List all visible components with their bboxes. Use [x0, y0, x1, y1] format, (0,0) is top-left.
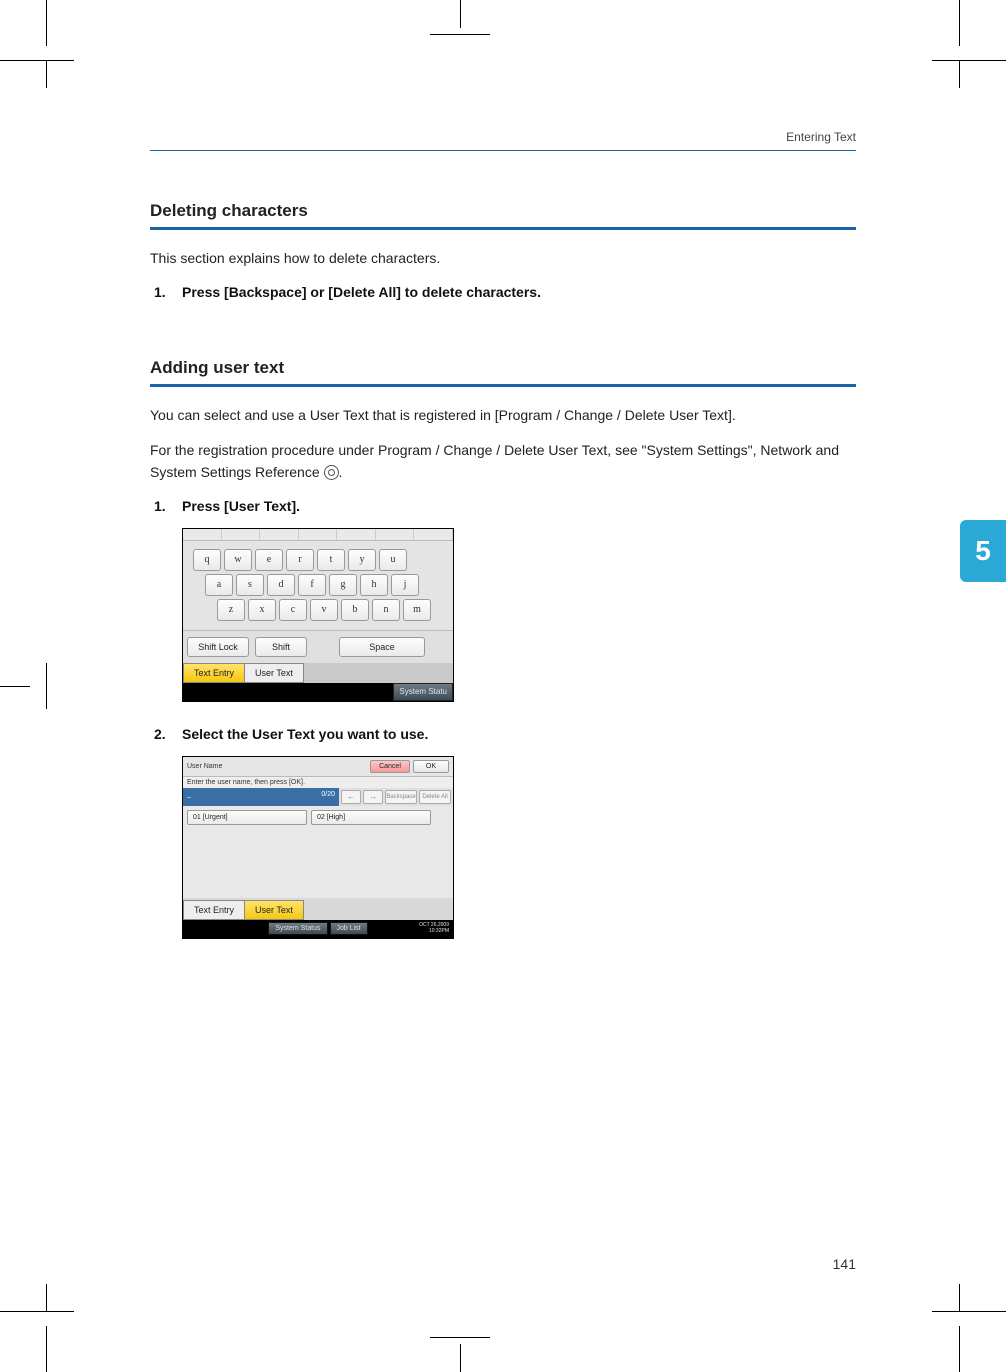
cancel-button[interactable]: Cancel	[370, 760, 410, 773]
value-text: _	[187, 791, 191, 803]
key-q[interactable]: q	[193, 549, 221, 571]
step-text: Press [Backspace] or [Delete All] to del…	[182, 284, 541, 300]
step-text: Select the User Text you want to use.	[182, 726, 428, 742]
step-number: 1.	[154, 498, 166, 514]
key-g[interactable]: g	[329, 574, 357, 596]
tab-user-text[interactable]: User Text	[244, 900, 304, 920]
cropmark	[960, 60, 1006, 61]
step-item: 1. Press [Backspace] or [Delete All] to …	[182, 284, 856, 300]
content-area: Entering Text Deleting characters This s…	[150, 130, 856, 963]
key-b[interactable]: b	[341, 599, 369, 621]
tab-text-entry[interactable]: Text Entry	[183, 900, 245, 920]
dialog-title: User Name	[187, 763, 222, 770]
cropmark	[460, 1344, 461, 1372]
dialog-instruction: Enter the user name, then press [OK].	[183, 777, 453, 788]
cropmark	[46, 0, 47, 46]
job-list-button[interactable]: Job List	[330, 922, 368, 935]
shift-key[interactable]: Shift	[255, 637, 307, 657]
section2-steps-cont: 2. Select the User Text you want to use.	[150, 726, 856, 742]
cropmark	[0, 686, 30, 687]
key-u[interactable]: u	[379, 549, 407, 571]
nav-right-button[interactable]: →	[363, 790, 383, 804]
time-line: 10:32PM	[419, 929, 449, 935]
section2-para1: You can select and use a User Text that …	[150, 405, 856, 427]
cropmark	[430, 34, 490, 35]
key-z[interactable]: z	[217, 599, 245, 621]
kb-top-tabs	[183, 529, 453, 541]
key-t[interactable]: t	[317, 549, 345, 571]
chapter-number: 5	[975, 535, 991, 567]
value-field[interactable]: _ 0/20	[183, 788, 339, 806]
page-number: 141	[833, 1256, 856, 1272]
key-d[interactable]: d	[267, 574, 295, 596]
key-r[interactable]: r	[286, 549, 314, 571]
cropmark	[46, 1284, 47, 1312]
running-head: Entering Text	[150, 130, 856, 151]
key-v[interactable]: v	[310, 599, 338, 621]
cropmark	[0, 60, 46, 61]
heading-deleting-characters: Deleting characters	[150, 201, 856, 221]
heading-adding-user-text: Adding user text	[150, 358, 856, 378]
cropmark	[932, 1311, 960, 1312]
cropmark	[46, 663, 47, 709]
screenshot-keyboard: q w e r t y u a s d f g h	[182, 528, 856, 702]
tab-text-entry[interactable]: Text Entry	[183, 663, 245, 683]
value-counter: 0/20	[321, 791, 335, 803]
ok-button[interactable]: OK	[413, 760, 449, 773]
system-status-button[interactable]: System Status	[268, 922, 327, 935]
key-s[interactable]: s	[236, 574, 264, 596]
key-n[interactable]: n	[372, 599, 400, 621]
heading-rule	[150, 227, 856, 230]
key-y[interactable]: y	[348, 549, 376, 571]
section2-para2: For the registration procedure under Pro…	[150, 440, 856, 483]
system-status-button[interactable]: System Statu	[393, 683, 453, 701]
key-a[interactable]: a	[205, 574, 233, 596]
key-w[interactable]: w	[224, 549, 252, 571]
section1-steps: 1. Press [Backspace] or [Delete All] to …	[150, 284, 856, 300]
shift-lock-key[interactable]: Shift Lock	[187, 637, 249, 657]
key-x[interactable]: x	[248, 599, 276, 621]
key-e[interactable]: e	[255, 549, 283, 571]
user-text-item-1[interactable]: 01 [Urgent]	[187, 810, 307, 825]
cropmark	[46, 1311, 74, 1312]
space-key[interactable]: Space	[339, 637, 425, 657]
section2-steps: 1. Press [User Text].	[150, 498, 856, 514]
cd-icon	[324, 465, 339, 480]
cropmark	[460, 0, 461, 28]
cropmark	[959, 1284, 960, 1312]
key-j[interactable]: j	[391, 574, 419, 596]
screenshot-user-text: User Name Cancel OK Enter the user name,…	[182, 756, 856, 939]
key-h[interactable]: h	[360, 574, 388, 596]
para2-text-b: .	[339, 464, 343, 480]
key-c[interactable]: c	[279, 599, 307, 621]
key-f[interactable]: f	[298, 574, 326, 596]
step-item: 1. Press [User Text].	[182, 498, 856, 514]
step-item: 2. Select the User Text you want to use.	[182, 726, 856, 742]
step-number: 2.	[154, 726, 166, 742]
delete-all-button[interactable]: Delete All	[419, 790, 451, 804]
heading-rule	[150, 384, 856, 387]
status-datetime: OCT 26,2009 10:32PM	[419, 923, 449, 934]
cropmark	[932, 60, 960, 61]
cropmark	[959, 0, 960, 46]
user-text-item-2[interactable]: 02 [High]	[311, 810, 431, 825]
nav-left-button[interactable]: ←	[341, 790, 361, 804]
chapter-tab: 5	[960, 520, 1006, 582]
cropmark	[959, 60, 960, 88]
cropmark	[46, 60, 47, 88]
tab-user-text[interactable]: User Text	[244, 663, 304, 683]
cropmark	[46, 60, 74, 61]
backspace-button[interactable]: Backspace	[385, 790, 417, 804]
page: 5 Entering Text Deleting characters This…	[0, 0, 1006, 1372]
cropmark	[0, 1311, 46, 1312]
step-number: 1.	[154, 284, 166, 300]
cropmark	[960, 1311, 1006, 1312]
para2-text-a: For the registration procedure under Pro…	[150, 442, 839, 480]
key-m[interactable]: m	[403, 599, 431, 621]
cropmark	[430, 1337, 490, 1338]
step-text: Press [User Text].	[182, 498, 300, 514]
cropmark	[959, 1326, 960, 1372]
section1-intro: This section explains how to delete char…	[150, 248, 856, 270]
cropmark	[46, 1326, 47, 1372]
